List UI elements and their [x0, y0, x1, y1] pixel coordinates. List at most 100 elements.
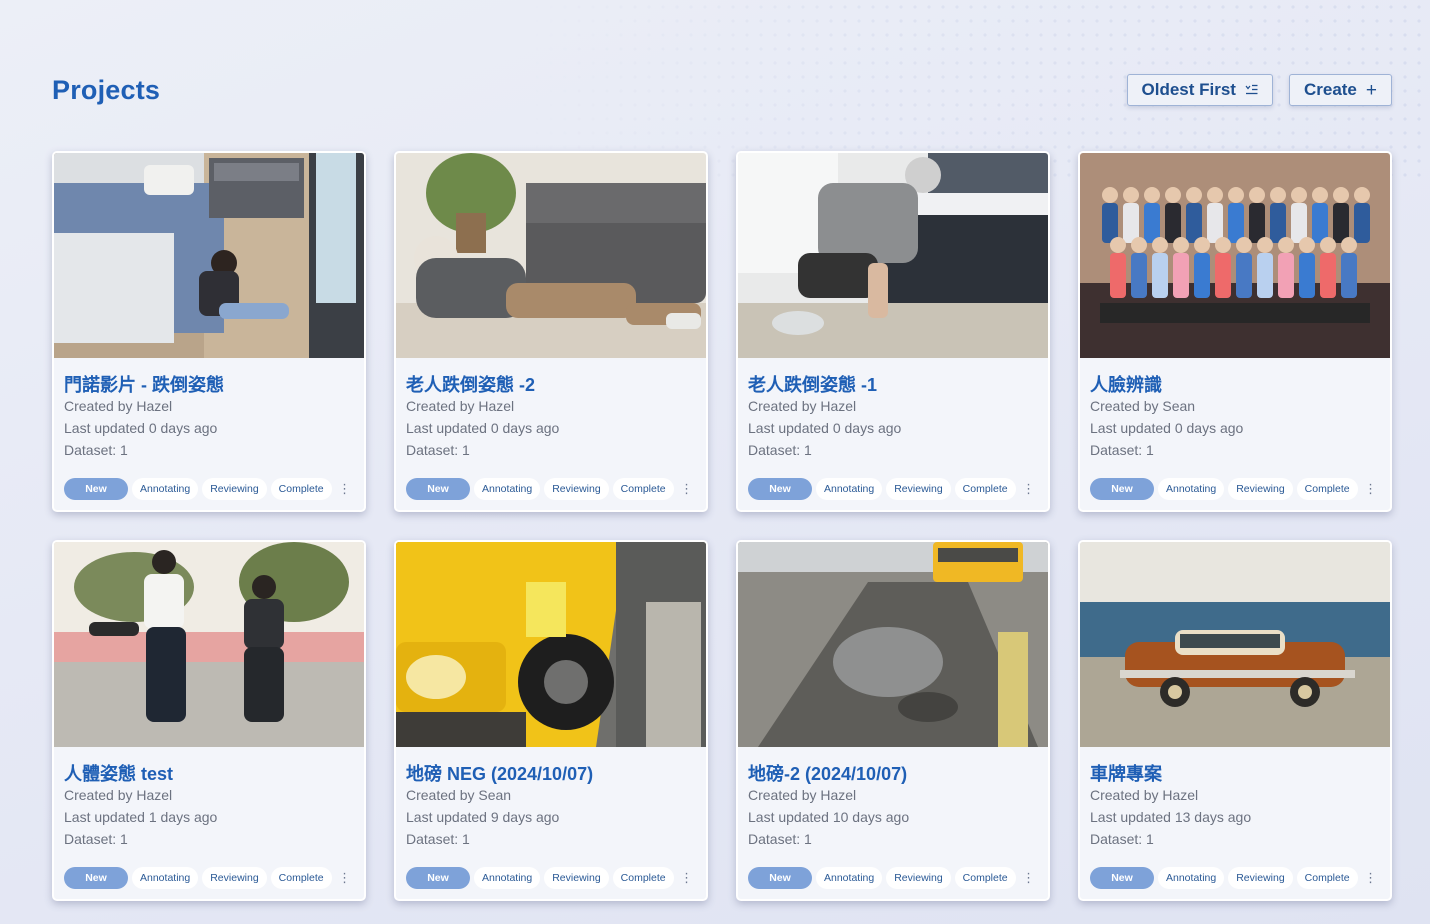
status-row: New Annotating Reviewing Complete ⋮	[1090, 478, 1378, 500]
status-row: New Annotating Reviewing Complete ⋮	[64, 478, 352, 500]
last-updated: Last updated 10 days ago	[748, 809, 910, 825]
status-reviewing-pill[interactable]: Reviewing	[886, 867, 951, 889]
status-row: New Annotating Reviewing Complete ⋮	[64, 867, 352, 889]
card-body: 人體姿態 test Created by Hazel Last updated …	[54, 747, 364, 850]
status-new-pill[interactable]: New	[406, 478, 470, 500]
project-card[interactable]: 門諾影片 - 跌倒姿態 Created by Hazel Last update…	[52, 151, 366, 512]
project-thumbnail[interactable]	[54, 153, 364, 358]
status-reviewing-pill[interactable]: Reviewing	[1228, 867, 1293, 889]
status-new-pill[interactable]: New	[748, 867, 812, 889]
dataset-count: Dataset: 1	[64, 442, 128, 458]
classic-car-photo	[1080, 542, 1390, 747]
project-title[interactable]: 門諾影片 - 跌倒姿態	[64, 371, 354, 395]
status-reviewing-pill[interactable]: Reviewing	[202, 478, 267, 500]
last-updated: Last updated 1 days ago	[64, 809, 218, 825]
status-annotating-pill[interactable]: Annotating	[132, 478, 199, 500]
project-title[interactable]: 車牌專案	[1090, 760, 1380, 784]
last-updated: Last updated 0 days ago	[748, 420, 902, 436]
more-options-icon[interactable]: ⋮	[1022, 481, 1036, 497]
status-annotating-pill[interactable]: Annotating	[474, 867, 541, 889]
status-complete-pill[interactable]: Complete	[270, 867, 332, 889]
status-new-pill[interactable]: New	[1090, 478, 1154, 500]
create-button[interactable]: Create +	[1288, 74, 1392, 106]
project-thumbnail[interactable]	[54, 542, 364, 747]
project-thumbnail[interactable]	[1080, 153, 1390, 358]
project-title[interactable]: 老人跌倒姿態 -1	[748, 371, 1038, 395]
status-annotating-pill[interactable]: Annotating	[1158, 478, 1225, 500]
project-card[interactable]: 人臉辨識 Created by Sean Last updated 0 days…	[1078, 151, 1392, 512]
project-title[interactable]: 地磅 NEG (2024/10/07)	[406, 760, 696, 784]
project-thumbnail[interactable]	[738, 153, 1048, 358]
last-updated: Last updated 0 days ago	[64, 420, 218, 436]
project-card[interactable]: 車牌專案 Created by Hazel Last updated 13 da…	[1078, 540, 1392, 901]
created-by: Created by Hazel	[406, 398, 515, 414]
status-complete-pill[interactable]: Complete	[1296, 867, 1358, 889]
project-title[interactable]: 老人跌倒姿態 -2	[406, 371, 696, 395]
sort-button[interactable]: Oldest First	[1126, 74, 1273, 106]
skateboard-friends-photo	[54, 542, 364, 747]
project-card[interactable]: 老人跌倒姿態 -2 Created by Hazel Last updated …	[394, 151, 708, 512]
project-thumbnail[interactable]	[396, 153, 706, 358]
status-row: New Annotating Reviewing Complete ⋮	[748, 867, 1036, 889]
project-card[interactable]: 地磅-2 (2024/10/07) Created by Hazel Last …	[736, 540, 1050, 901]
project-card[interactable]: 地磅 NEG (2024/10/07) Created by Sean Last…	[394, 540, 708, 901]
status-complete-pill[interactable]: Complete	[612, 478, 674, 500]
project-title[interactable]: 地磅-2 (2024/10/07)	[748, 760, 1038, 784]
created-by: Created by Sean	[1090, 398, 1196, 414]
more-options-icon[interactable]: ⋮	[1364, 870, 1378, 886]
status-reviewing-pill[interactable]: Reviewing	[886, 478, 951, 500]
dataset-count: Dataset: 1	[64, 831, 128, 847]
status-annotating-pill[interactable]: Annotating	[1158, 867, 1225, 889]
more-options-icon[interactable]: ⋮	[1364, 481, 1378, 497]
wet-weighbridge-photo	[738, 542, 1048, 747]
created-by: Created by Hazel	[64, 787, 173, 803]
status-new-pill[interactable]: New	[1090, 867, 1154, 889]
elder-on-floor-photo	[396, 153, 706, 358]
card-body: 人臉辨識 Created by Sean Last updated 0 days…	[1080, 358, 1390, 461]
project-thumbnail[interactable]	[1080, 542, 1390, 747]
status-annotating-pill[interactable]: Annotating	[132, 867, 199, 889]
status-complete-pill[interactable]: Complete	[954, 478, 1016, 500]
project-card[interactable]: 人體姿態 test Created by Hazel Last updated …	[52, 540, 366, 901]
status-annotating-pill[interactable]: Annotating	[816, 867, 883, 889]
status-reviewing-pill[interactable]: Reviewing	[544, 478, 609, 500]
page-header: Projects Oldest First Create +	[52, 68, 1392, 112]
status-new-pill[interactable]: New	[406, 867, 470, 889]
status-complete-pill[interactable]: Complete	[954, 867, 1016, 889]
more-options-icon[interactable]: ⋮	[338, 870, 352, 886]
project-title[interactable]: 人臉辨識	[1090, 371, 1380, 395]
project-thumbnail[interactable]	[738, 542, 1048, 747]
project-thumbnail[interactable]	[396, 542, 706, 747]
created-by: Created by Sean	[406, 787, 512, 803]
last-updated: Last updated 9 days ago	[406, 809, 560, 825]
status-row: New Annotating Reviewing Complete ⋮	[748, 478, 1036, 500]
status-annotating-pill[interactable]: Annotating	[474, 478, 541, 500]
page-title: Projects	[52, 74, 161, 105]
bedroom-fall-photo	[54, 153, 364, 358]
more-options-icon[interactable]: ⋮	[680, 481, 694, 497]
dataset-count: Dataset: 1	[406, 442, 470, 458]
last-updated: Last updated 0 days ago	[406, 420, 560, 436]
status-complete-pill[interactable]: Complete	[612, 867, 674, 889]
sort-button-label: Oldest First	[1141, 80, 1236, 99]
plus-icon: +	[1365, 79, 1377, 101]
project-card[interactable]: 老人跌倒姿態 -1 Created by Hazel Last updated …	[736, 151, 1050, 512]
dataset-count: Dataset: 1	[1090, 442, 1154, 458]
status-annotating-pill[interactable]: Annotating	[816, 478, 883, 500]
status-new-pill[interactable]: New	[64, 867, 128, 889]
status-complete-pill[interactable]: Complete	[270, 478, 332, 500]
card-body: 地磅-2 (2024/10/07) Created by Hazel Last …	[738, 747, 1048, 850]
status-reviewing-pill[interactable]: Reviewing	[202, 867, 267, 889]
status-reviewing-pill[interactable]: Reviewing	[544, 867, 609, 889]
status-new-pill[interactable]: New	[64, 478, 128, 500]
card-body: 老人跌倒姿態 -1 Created by Hazel Last updated …	[738, 358, 1048, 461]
more-options-icon[interactable]: ⋮	[1022, 870, 1036, 886]
more-options-icon[interactable]: ⋮	[680, 870, 694, 886]
more-options-icon[interactable]: ⋮	[338, 481, 352, 497]
status-new-pill[interactable]: New	[748, 478, 812, 500]
status-reviewing-pill[interactable]: Reviewing	[1228, 478, 1293, 500]
card-body: 門諾影片 - 跌倒姿態 Created by Hazel Last update…	[54, 358, 364, 461]
status-complete-pill[interactable]: Complete	[1296, 478, 1358, 500]
project-title[interactable]: 人體姿態 test	[64, 760, 354, 784]
dataset-count: Dataset: 1	[748, 831, 812, 847]
